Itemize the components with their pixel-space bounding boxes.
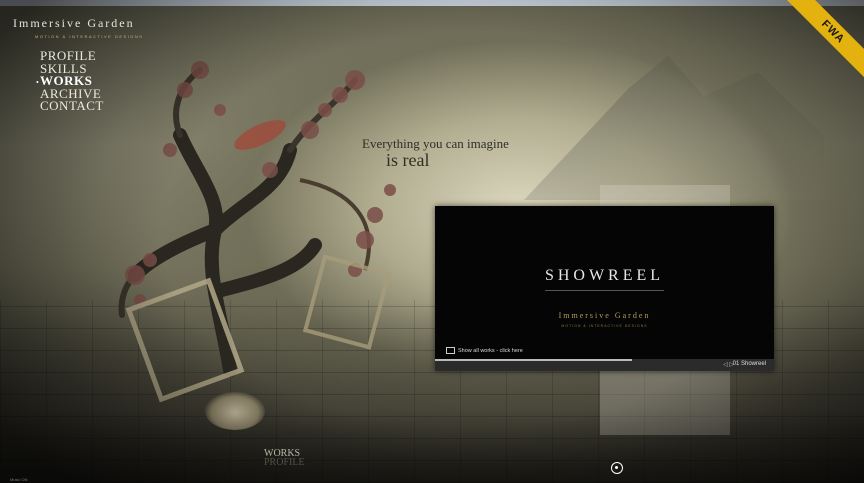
nav-item-contact[interactable]: CONTACT	[40, 99, 104, 113]
showreel-progress-bar[interactable]: ◁ ▷ 01 Showreel	[435, 359, 774, 371]
showreel-title: SHOWREEL	[544, 267, 665, 284]
current-work-label: 01 Showreel	[732, 361, 766, 367]
website-page: Immersive Garden MOTION & INTERACTIVE DE…	[0, 0, 864, 483]
tagline-line2: is real	[386, 150, 430, 170]
scroll-target-icon[interactable]	[611, 462, 623, 474]
showreel-divider	[545, 290, 664, 291]
showreel-brand: Immersive Garden	[558, 311, 651, 320]
tagline: Everything you can imagine is real	[362, 136, 509, 171]
fwa-badge[interactable]: FWA	[787, 0, 864, 78]
background-mountain	[524, 56, 824, 200]
logo-subtitle: MOTION & INTERACTIVE DESIGNS	[35, 34, 144, 39]
site-logo[interactable]: Immersive Garden MOTION & INTERACTIVE DE…	[13, 16, 143, 39]
active-bullet-icon: •	[36, 78, 39, 87]
progress-fill	[435, 359, 632, 361]
showreel-panel[interactable]: SHOWREEL Immersive Garden MOTION & INTER…	[435, 206, 774, 371]
music-toggle[interactable]: Music ON	[10, 477, 28, 482]
browser-topbar	[0, 0, 864, 6]
section-ghost-label: PROFILE	[264, 457, 305, 468]
frog-illustration	[205, 392, 265, 430]
showreel-brand-subtitle: MOTION & INTERACTIVE DESIGNS	[561, 324, 648, 328]
logo-name: Immersive Garden	[13, 16, 135, 30]
show-all-label: Show all works - click here	[458, 347, 523, 354]
section-indicator: WORKS PROFILE	[264, 448, 305, 468]
tagline-line1: Everything you can imagine	[362, 136, 509, 151]
main-nav: • PROFILE SKILLS WORKS ARCHIVE CONTACT	[36, 49, 104, 113]
show-all-works-link[interactable]: Show all works - click here	[446, 347, 523, 354]
grid-icon	[446, 347, 455, 354]
